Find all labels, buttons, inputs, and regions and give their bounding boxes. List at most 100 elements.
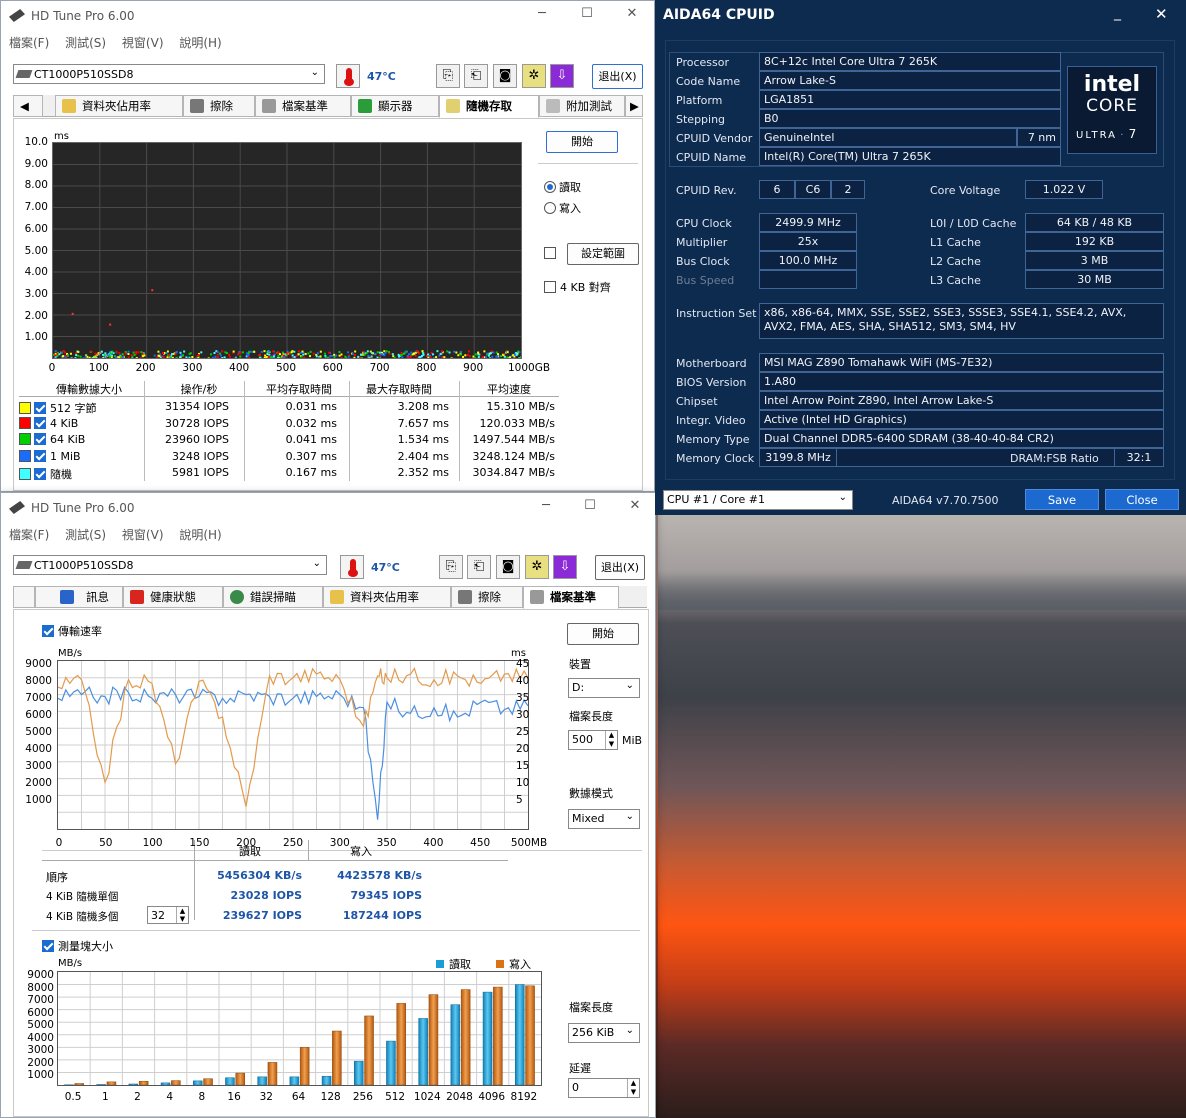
access-point: [431, 353, 434, 356]
start-button[interactable]: 開始: [546, 131, 618, 153]
tab-file-benchmark[interactable]: 檔案基準: [255, 95, 351, 117]
tab-random-access[interactable]: 隨機存取: [439, 95, 539, 118]
save-button[interactable]: Save: [1025, 489, 1099, 510]
x-tick-label: 1000GB: [508, 362, 551, 374]
copy-all-icon[interactable]: ⎗: [464, 64, 488, 88]
close-icon[interactable]: ✕: [621, 6, 643, 26]
access-point: [347, 351, 350, 354]
column-header: 平均速度: [487, 383, 531, 396]
menu-file[interactable]: 檔案(F): [9, 528, 49, 542]
tab-scroll-left[interactable]: [13, 586, 35, 608]
menu-view[interactable]: 視窗(V): [122, 528, 164, 542]
series-checkbox[interactable]: [34, 416, 46, 429]
access-point: [270, 356, 273, 359]
x-tick-label: 500: [275, 362, 297, 374]
tab-file-benchmark[interactable]: 檔案基準: [523, 586, 619, 609]
start-button[interactable]: 開始: [567, 623, 639, 645]
tab-error-scan[interactable]: 錯誤掃瞄: [223, 586, 323, 608]
file-icon: [530, 590, 544, 604]
access-point: [474, 356, 477, 359]
access-point: [181, 354, 184, 357]
spinner-arrows-icon[interactable]: ▲ ▼: [605, 731, 617, 749]
info-icon: [60, 590, 74, 604]
transfer-rate-checkbox[interactable]: 傳輸速率: [42, 623, 102, 639]
tab-erase[interactable]: 擦除: [451, 586, 523, 608]
write-radio[interactable]: 寫入: [544, 200, 581, 216]
y-tick-label: 9.00: [24, 157, 48, 170]
maximize-icon[interactable]: ☐: [579, 498, 601, 518]
title-bar[interactable]: HD Tune Pro 6.00 ─ ☐ ✕: [1, 1, 654, 31]
exit-button[interactable]: 退出(X): [595, 555, 645, 580]
tab-health[interactable]: 健康狀態: [123, 586, 223, 608]
download-icon[interactable]: ⇩: [550, 64, 574, 88]
range-checkbox[interactable]: [544, 247, 560, 260]
menu-file[interactable]: 檔案(F): [9, 36, 49, 50]
access-point: [188, 352, 191, 355]
tab-folder-usage[interactable]: 資料夾佔用率: [323, 586, 451, 608]
minimize-icon[interactable]: ─: [531, 6, 553, 26]
access-point: [436, 350, 439, 353]
camera-icon[interactable]: ◙: [496, 555, 520, 579]
menu-help[interactable]: 說明(H): [179, 36, 221, 50]
tab-monitor[interactable]: 顯示器: [351, 95, 439, 117]
camera-icon[interactable]: ◙: [493, 64, 517, 88]
exit-button[interactable]: 退出(X): [592, 64, 643, 89]
file-length2-select[interactable]: 256 KiB ⌄: [568, 1023, 640, 1043]
tab-extra-tests[interactable]: 附加測試: [539, 95, 625, 117]
copy-all-icon[interactable]: ⎗: [467, 555, 491, 579]
copy-icon[interactable]: ⎘: [439, 555, 463, 579]
series-checkbox[interactable]: [34, 468, 46, 480]
copy-icon[interactable]: ⎘: [436, 64, 460, 88]
series-checkbox[interactable]: [34, 449, 46, 462]
spinner-arrows-icon[interactable]: ▲ ▼: [627, 1079, 639, 1097]
temperature-value: 47°C: [367, 70, 396, 83]
y-tick-label: 5.00: [24, 244, 48, 257]
menu-test[interactable]: 測試(S): [65, 528, 106, 542]
tab-folder-usage[interactable]: 資料夾佔用率: [55, 95, 183, 117]
y-tick-label: 1.00: [24, 331, 48, 344]
menu-help[interactable]: 說明(H): [179, 528, 221, 542]
chevron-down-icon: ⌄: [625, 811, 634, 822]
tab-scroll-left[interactable]: ◀: [13, 95, 43, 117]
tab-scroll-right[interactable]: ▶: [625, 95, 643, 117]
set-range-button[interactable]: 設定範圍: [567, 243, 639, 265]
spinner-arrows-icon[interactable]: ▲ ▼: [176, 907, 188, 923]
access-point: [135, 357, 138, 360]
minimize-icon[interactable]: ─: [535, 498, 557, 518]
maximize-icon[interactable]: ☐: [576, 6, 598, 26]
menu-test[interactable]: 測試(S): [65, 36, 106, 50]
options-icon[interactable]: ✲: [522, 64, 546, 88]
series-checkbox[interactable]: [34, 402, 46, 414]
access-point: [457, 354, 460, 357]
close-icon[interactable]: ✕: [624, 498, 646, 518]
table-row: 512 字節 31354 IOPS 0.031 ms 3.208 ms 15.310 M…: [19, 400, 559, 417]
core-select[interactable]: CPU #1 / Core #1 ⌄: [663, 490, 853, 510]
y-tick-label: 6000: [25, 709, 52, 721]
close-button[interactable]: Close: [1105, 489, 1179, 510]
drive-select[interactable]: CT1000P510SSD8 ⌄: [13, 64, 325, 84]
x-tick-label: 0: [48, 362, 56, 374]
menu-view[interactable]: 視窗(V): [122, 36, 164, 50]
queue-depth-input[interactable]: 32 ▲ ▼: [147, 906, 189, 924]
device-select[interactable]: D: ⌄: [568, 678, 640, 698]
close-icon[interactable]: ✕: [1155, 5, 1168, 23]
block-size-checkbox[interactable]: 測量塊大小: [42, 938, 113, 954]
file-length-input[interactable]: 500 ▲ ▼: [568, 730, 618, 750]
access-point: [84, 355, 87, 358]
tab-info[interactable]: 訊息: [35, 586, 123, 608]
delay-input[interactable]: 0 ▲ ▼: [568, 1078, 640, 1098]
read-radio[interactable]: 讀取: [544, 179, 581, 195]
drive-select[interactable]: CT1000P510SSD8 ⌄: [13, 555, 327, 575]
data-mode-select[interactable]: Mixed ⌄: [568, 809, 640, 829]
options-icon[interactable]: ✲: [525, 555, 549, 579]
title-bar[interactable]: HD Tune Pro 6.00 ─ ☐ ✕: [1, 493, 655, 523]
access-point: [438, 354, 441, 357]
download-icon[interactable]: ⇩: [553, 555, 577, 579]
y-tick-label: 6000: [27, 1006, 54, 1019]
tab-erase[interactable]: 擦除: [183, 95, 255, 117]
align-4kb-checkbox[interactable]: 4 KB 對齊: [544, 279, 611, 295]
access-point: [512, 354, 515, 357]
wallpaper-mountains: [658, 570, 1186, 610]
series-checkbox[interactable]: [34, 433, 46, 445]
minimize-icon[interactable]: _: [1114, 5, 1121, 21]
